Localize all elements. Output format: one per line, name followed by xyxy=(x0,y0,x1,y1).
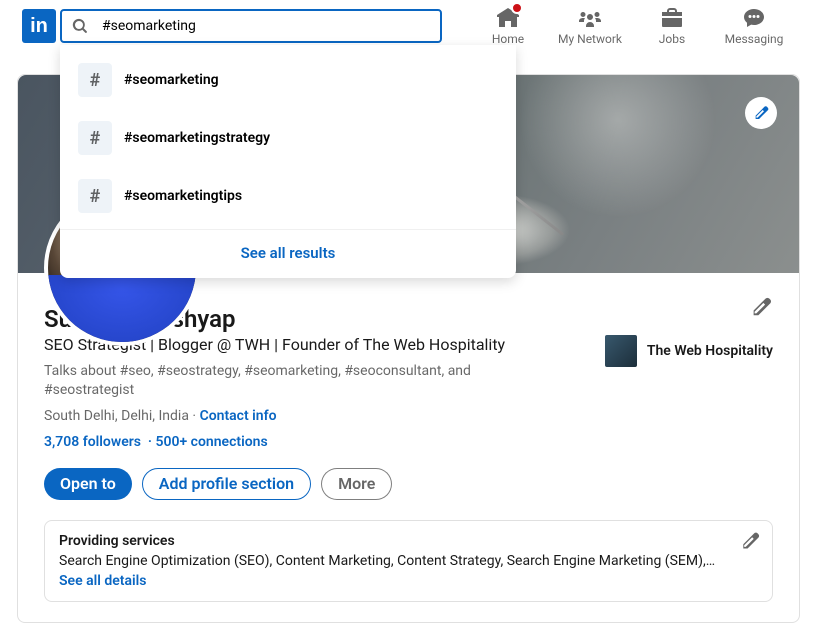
nav-label: Messaging xyxy=(725,32,784,46)
nav-label: Home xyxy=(492,32,524,46)
stats-row: 3,708 followers · 500+ connections xyxy=(44,434,773,450)
edit-intro-button[interactable] xyxy=(745,291,777,323)
see-all-results[interactable]: See all results xyxy=(60,229,516,278)
suggestion-text: #seomarketing xyxy=(124,72,219,88)
pencil-icon xyxy=(753,105,769,121)
action-buttons: Open to Add profile section More xyxy=(44,468,773,500)
nav-network[interactable]: My Network xyxy=(549,6,631,46)
top-nav: in # #seomarketing # #seomarketingstrate… xyxy=(0,0,817,52)
suggestion-text: #seomarketingstrategy xyxy=(124,130,270,146)
search-icon xyxy=(72,18,88,34)
see-all-details-link[interactable]: See all details xyxy=(59,573,146,589)
hashtag-icon: # xyxy=(78,121,112,155)
nav-label: My Network xyxy=(558,32,622,46)
nav-label: Jobs xyxy=(659,32,685,46)
suggestion-item[interactable]: # #seomarketing xyxy=(60,51,516,109)
connections-link[interactable]: 500+ connections xyxy=(156,434,268,450)
jobs-icon xyxy=(660,6,684,30)
suggestion-text: #seomarketingtips xyxy=(124,188,242,204)
company-row[interactable]: The Web Hospitality xyxy=(605,335,773,367)
suggestion-item[interactable]: # #seomarketingtips xyxy=(60,167,516,225)
hashtag-icon: # xyxy=(78,63,112,97)
services-box[interactable]: Providing services Search Engine Optimiz… xyxy=(44,520,773,602)
nav-jobs[interactable]: Jobs xyxy=(631,6,713,46)
notification-badge xyxy=(511,2,523,14)
edit-services-button[interactable] xyxy=(740,531,760,555)
services-text: Search Engine Optimization (SEO), Conten… xyxy=(59,553,716,569)
company-name: The Web Hospitality xyxy=(647,343,773,359)
talks-about: Talks about #seo, #seostrategy, #seomark… xyxy=(44,362,514,400)
more-button[interactable]: More xyxy=(321,468,392,500)
location-row: South Delhi, Delhi, India · Contact info xyxy=(44,408,773,424)
search-box[interactable] xyxy=(60,9,442,43)
edit-cover-button[interactable] xyxy=(745,97,777,129)
pencil-icon xyxy=(740,531,760,551)
nav-home[interactable]: Home xyxy=(467,6,549,46)
search-input[interactable] xyxy=(88,18,432,34)
open-to-button[interactable]: Open to xyxy=(44,468,132,500)
search-dropdown: # #seomarketing # #seomarketingstrategy … xyxy=(60,45,516,278)
followers-link[interactable]: 3,708 followers xyxy=(44,434,141,450)
suggestion-item[interactable]: # #seomarketingstrategy xyxy=(60,109,516,167)
add-section-button[interactable]: Add profile section xyxy=(142,468,311,500)
linkedin-logo[interactable]: in xyxy=(22,9,56,43)
company-logo xyxy=(605,335,637,367)
network-icon xyxy=(578,6,602,30)
logo-text: in xyxy=(30,15,48,38)
messaging-icon xyxy=(742,6,766,30)
hashtag-icon: # xyxy=(78,179,112,213)
pencil-icon xyxy=(750,296,772,318)
services-title: Providing services xyxy=(59,533,716,549)
nav-messaging[interactable]: Messaging xyxy=(713,6,795,46)
location-text: South Delhi, Delhi, India xyxy=(44,408,189,424)
contact-info-link[interactable]: Contact info xyxy=(200,408,277,424)
